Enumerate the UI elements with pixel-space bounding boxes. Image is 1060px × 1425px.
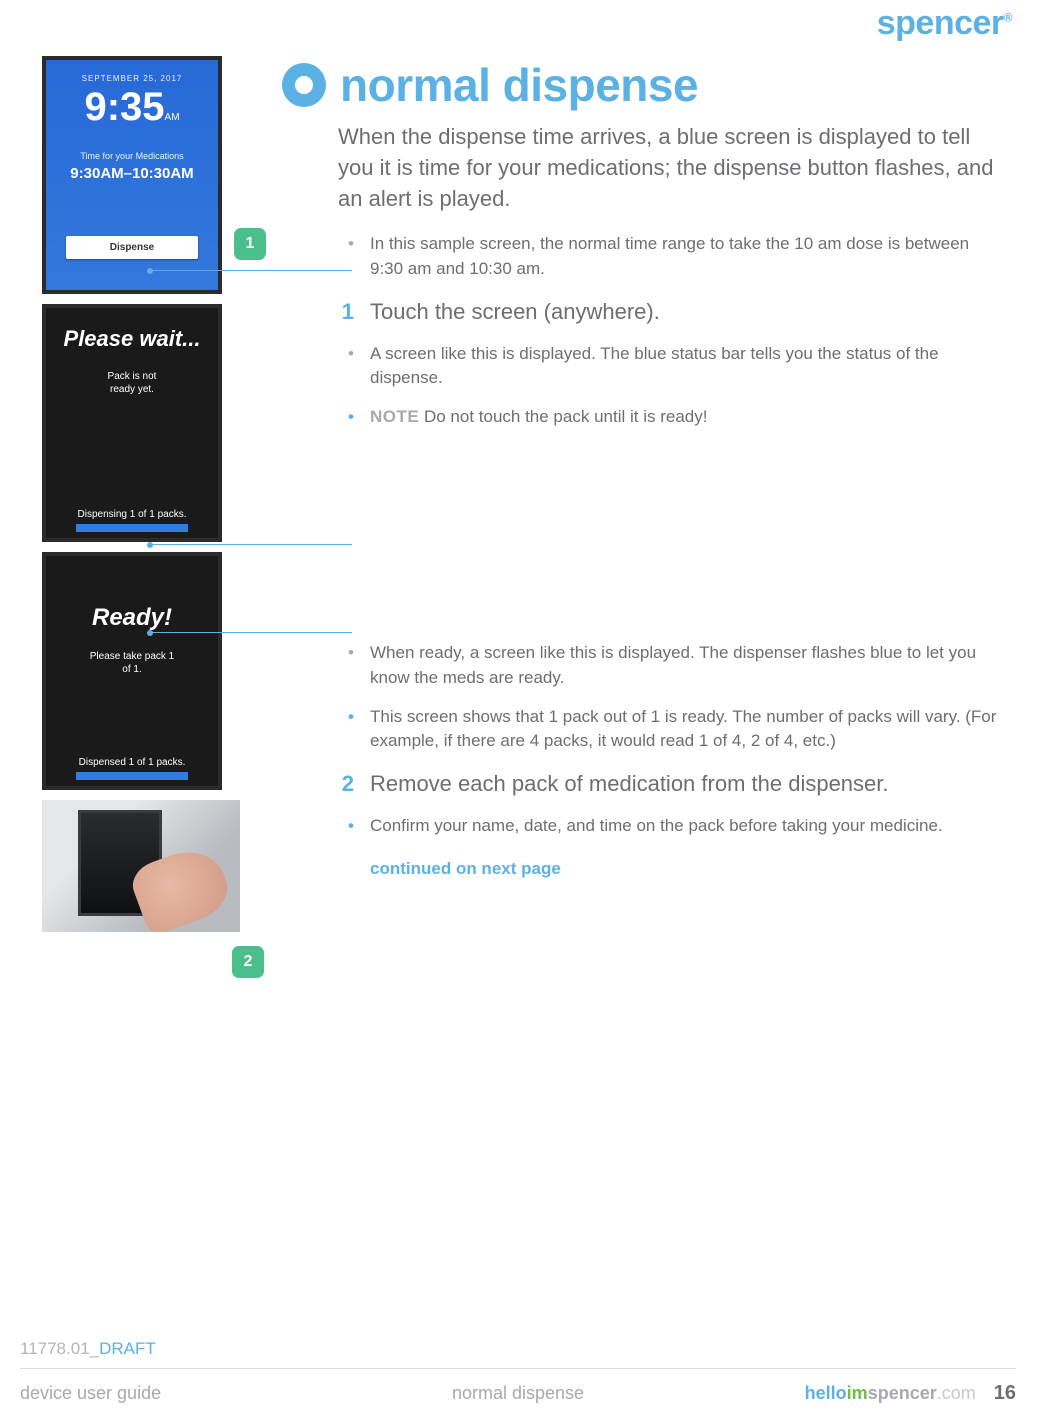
- instructions-column: normal dispense When the dispense time a…: [282, 56, 1004, 932]
- section-ring-icon: [282, 63, 326, 107]
- item-text: Confirm your name, date, and time on the…: [370, 814, 943, 839]
- instruction-item: This screen shows that 1 pack out of 1 i…: [338, 705, 1004, 754]
- footer-url: helloimspencer.com: [805, 1383, 976, 1404]
- page-number: 16: [994, 1382, 1016, 1405]
- brand-text: spencer: [877, 4, 1004, 42]
- screen2-title: Please wait...: [64, 326, 201, 352]
- item-text: Touch the screen (anywhere).: [370, 296, 660, 328]
- screen2-status: Dispensing 1 of 1 packs.: [46, 509, 218, 520]
- instruction-item: Confirm your name, date, and time on the…: [338, 814, 1004, 839]
- screen3-title: Ready!: [92, 604, 172, 632]
- item-text: A screen like this is displayed. The blu…: [370, 342, 1004, 391]
- screen1-date: SEPTEMBER 25, 2017: [82, 74, 183, 83]
- note-label: NOTE: [370, 407, 419, 426]
- footer-center: normal dispense: [452, 1383, 584, 1404]
- instruction-item: 2 Remove each pack of medication from the…: [338, 768, 1004, 800]
- item-text: When ready, a screen like this is displa…: [370, 641, 1004, 690]
- instructions-block-2: When ready, a screen like this is displa…: [338, 641, 1004, 838]
- document-id: 11778.01_DRAFT: [20, 1339, 156, 1359]
- callout-badge-2: 2: [232, 946, 264, 978]
- item-marker: [338, 705, 354, 754]
- footer-left: device user guide: [20, 1383, 161, 1404]
- item-marker: [338, 405, 354, 430]
- leader-line: [152, 544, 352, 545]
- screen1-time: 9:35AM: [84, 87, 179, 127]
- device-screenshot-1: SEPTEMBER 25, 2017 9:35AM Time for your …: [42, 56, 222, 294]
- screen3-progress: [76, 772, 188, 780]
- continued-link: continued on next page: [370, 857, 561, 882]
- leader-line: [152, 270, 352, 271]
- screen1-dispense-button: Dispense: [66, 236, 198, 259]
- item-text: NOTE Do not touch the pack until it is r…: [370, 405, 707, 430]
- item-marker: [338, 814, 354, 839]
- device-screenshot-2: Please wait... Pack is not ready yet. Di…: [42, 304, 222, 542]
- leader-line: [152, 632, 352, 633]
- page-title: normal dispense: [340, 58, 698, 112]
- screenshots-column: SEPTEMBER 25, 2017 9:35AM Time for your …: [32, 56, 254, 932]
- intro-paragraph: When the dispense time arrives, a blue s…: [338, 122, 1004, 214]
- page-footer: device user guide normal dispense helloi…: [20, 1382, 1016, 1405]
- brand-logo: spencer®: [877, 4, 1012, 43]
- instruction-item: NOTE Do not touch the pack until it is r…: [338, 405, 1004, 430]
- instructions-block-1: In this sample screen, the normal time r…: [338, 232, 1004, 429]
- item-marker: 1: [338, 296, 354, 328]
- screen3-msg: Please take pack 1 of 1.: [90, 650, 175, 676]
- screen1-sub: Time for your Medications: [80, 151, 183, 161]
- instruction-item: A screen like this is displayed. The blu…: [338, 342, 1004, 391]
- screen3-status: Dispensed 1 of 1 packs.: [46, 757, 218, 768]
- item-marker: [338, 232, 354, 281]
- item-text: In this sample screen, the normal time r…: [370, 232, 1004, 281]
- footer-rule: [20, 1368, 1016, 1369]
- device-photo-pack-removal: [42, 800, 240, 932]
- device-screenshot-3: Ready! Please take pack 1 of 1. Dispense…: [42, 552, 222, 790]
- item-marker: [338, 342, 354, 391]
- callout-badge-1: 1: [234, 228, 266, 260]
- screen1-range: 9:30AM–10:30AM: [70, 165, 193, 182]
- instruction-item: When ready, a screen like this is displa…: [338, 641, 1004, 690]
- brand-mark: ®: [1004, 11, 1012, 25]
- instruction-item: In this sample screen, the normal time r…: [338, 232, 1004, 281]
- screen2-progress: [76, 524, 188, 532]
- item-marker: [338, 641, 354, 690]
- item-marker: 2: [338, 768, 354, 800]
- item-text: Remove each pack of medication from the …: [370, 768, 889, 800]
- instruction-item: 1 Touch the screen (anywhere).: [338, 296, 1004, 328]
- item-text: This screen shows that 1 pack out of 1 i…: [370, 705, 1004, 754]
- screen2-msg: Pack is not ready yet.: [108, 370, 157, 396]
